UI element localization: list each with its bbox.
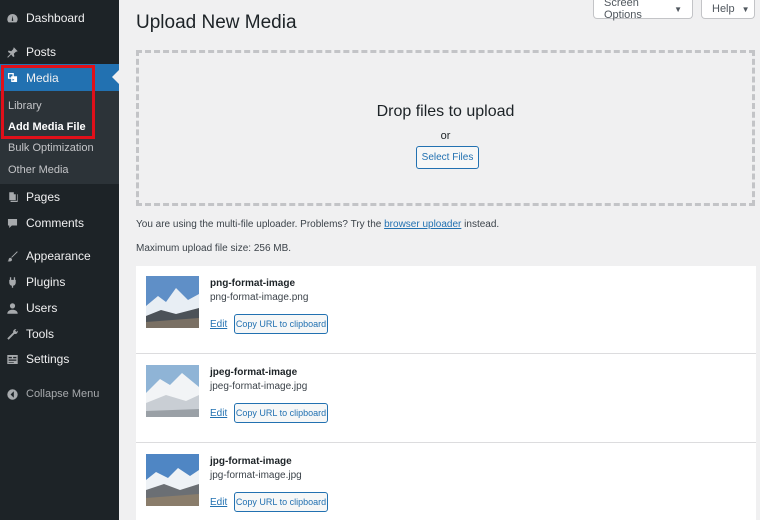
settings-icon [6, 353, 19, 366]
max-upload-size: Maximum upload file size: 256 MB. [136, 243, 292, 254]
submenu-item-other-media[interactable]: Other Media [8, 164, 69, 176]
caret-down-icon: ▼ [674, 4, 682, 14]
screen-options-button[interactable]: Screen Options ▼ [593, 0, 693, 21]
media-filename: png-format-image.png [210, 292, 309, 303]
pages-icon [6, 191, 19, 204]
uploader-notice-text: You are using the multi-file uploader. P… [136, 219, 382, 230]
uploaded-media-list: png-format-image png-format-image.png Ed… [136, 266, 756, 520]
help-button[interactable]: Help ▼ [701, 0, 755, 19]
sidebar-item-tools[interactable]: Tools [0, 321, 119, 347]
copy-url-button[interactable]: Copy URL to clipboard [234, 314, 328, 334]
media-thumbnail [146, 276, 199, 328]
media-thumbnail [146, 365, 199, 417]
edit-link[interactable]: Edit [210, 319, 227, 330]
list-item: jpg-format-image jpg-format-image.jpg Ed… [136, 444, 756, 520]
uploader-notice: You are using the multi-file uploader. P… [136, 219, 499, 230]
sidebar-item-label: Pages [26, 190, 61, 204]
collapse-menu-button[interactable]: Collapse Menu [0, 381, 119, 407]
edit-link[interactable]: Edit [210, 408, 227, 419]
sidebar-item-label: Users [26, 301, 58, 315]
submenu-item-bulk-optimization[interactable]: Bulk Optimization [8, 142, 94, 154]
collapse-arrow-icon [6, 388, 19, 401]
list-item: jpeg-format-image jpeg-format-image.jpg … [136, 355, 756, 443]
caret-down-icon: ▼ [741, 4, 750, 14]
sidebar-item-label: Appearance [26, 249, 91, 263]
plug-icon [6, 276, 19, 289]
dashboard-icon [6, 12, 19, 25]
wrench-icon [6, 328, 19, 341]
admin-sidebar: Dashboard Posts Media Library Add Media … [0, 0, 119, 520]
sidebar-item-posts[interactable]: Posts [0, 39, 119, 65]
sidebar-item-dashboard[interactable]: Dashboard [0, 5, 119, 31]
media-highlight-box [1, 65, 95, 139]
list-item: png-format-image png-format-image.png Ed… [136, 266, 756, 354]
sidebar-item-appearance[interactable]: Appearance [0, 243, 119, 269]
sidebar-item-label: Comments [26, 216, 85, 230]
pin-icon [6, 46, 19, 59]
collapse-menu-label: Collapse Menu [26, 388, 100, 400]
drop-files-title: Drop files to upload [376, 103, 515, 120]
media-thumbnail [146, 454, 199, 506]
edit-link[interactable]: Edit [210, 497, 227, 508]
sidebar-item-users[interactable]: Users [0, 295, 119, 321]
copy-url-button[interactable]: Copy URL to clipboard [234, 403, 328, 423]
help-label: Help [712, 3, 735, 15]
sidebar-item-comments[interactable]: Comments [0, 210, 119, 236]
media-title: jpg-format-image [210, 456, 292, 467]
sidebar-item-label: Dashboard [26, 11, 85, 25]
media-title: png-format-image [210, 278, 295, 289]
brush-icon [6, 250, 19, 263]
uploader-notice-text-end: instead. [464, 219, 500, 230]
drop-or-text: or [440, 130, 451, 142]
sidebar-item-label: Posts [26, 45, 57, 59]
screen-options-label: Screen Options [604, 0, 642, 21]
browser-uploader-link[interactable]: browser uploader [384, 219, 461, 230]
sidebar-item-plugins[interactable]: Plugins [0, 269, 119, 295]
user-icon [6, 302, 19, 315]
sidebar-item-pages[interactable]: Pages [0, 184, 119, 210]
sidebar-item-label: Tools [26, 327, 55, 341]
drop-zone[interactable]: Drop files to upload or Select Files [136, 50, 755, 206]
comment-icon [6, 217, 19, 230]
sidebar-item-settings[interactable]: Settings [0, 346, 119, 372]
media-filename: jpg-format-image.jpg [210, 470, 302, 481]
sidebar-item-label: Settings [26, 352, 70, 366]
copy-url-button[interactable]: Copy URL to clipboard [234, 492, 328, 512]
media-title: jpeg-format-image [210, 367, 298, 378]
sidebar-item-label: Plugins [26, 275, 66, 289]
select-files-button[interactable]: Select Files [416, 146, 479, 169]
page-title: Upload New Media [136, 12, 297, 33]
media-filename: jpeg-format-image.jpg [210, 381, 308, 392]
